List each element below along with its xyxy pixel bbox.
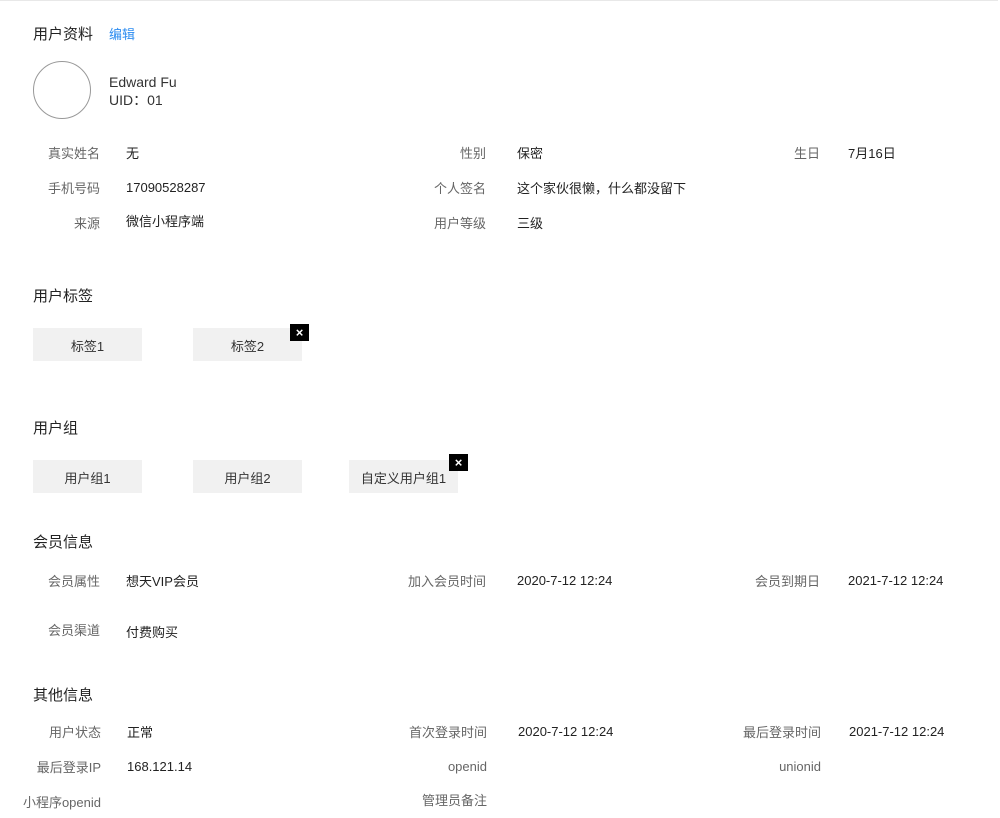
join-time-label: 加入会员时间 <box>407 574 486 589</box>
user-level-label: 用户等级 <box>433 216 486 231</box>
unionid-label: unionid <box>779 759 821 774</box>
last-login-ip-label: 最后登录IP <box>36 760 101 775</box>
last-login-value: 2021-7-12 12:24 <box>849 724 945 739</box>
signature-label: 个人签名 <box>433 181 486 196</box>
member-channel-label: 会员渠道 <box>47 623 100 638</box>
birthday-label: 生日 <box>793 146 820 161</box>
first-login-value: 2020-7-12 12:24 <box>518 724 614 739</box>
close-icon[interactable]: × <box>449 454 468 471</box>
birthday-value: 7月16日 <box>848 146 896 161</box>
miniprogram-openid-label: 小程序openid <box>22 795 101 810</box>
tag-chip[interactable]: 标签1 <box>33 328 142 361</box>
member-channel-value: 付费购买 <box>126 625 179 640</box>
real-name-value: 无 <box>126 146 140 161</box>
user-level-value: 三级 <box>517 216 544 231</box>
source-label: 来源 <box>73 216 100 231</box>
tags-section-title: 用户标签 <box>33 288 94 305</box>
edit-profile-link[interactable]: 编辑 <box>109 26 135 44</box>
gender-label: 性别 <box>459 146 486 161</box>
expiry-date-value: 2021-7-12 12:24 <box>848 573 944 588</box>
top-divider <box>0 0 998 1</box>
user-status-label: 用户状态 <box>48 725 101 740</box>
last-login-label: 最后登录时间 <box>742 725 821 740</box>
group-chip[interactable]: 用户组1 <box>33 460 142 493</box>
gender-value: 保密 <box>517 146 544 161</box>
user-name: Edward Fu <box>109 74 177 90</box>
member-type-label: 会员属性 <box>47 574 100 589</box>
admin-note-label: 管理员备注 <box>421 793 487 808</box>
close-icon[interactable]: × <box>290 324 309 341</box>
signature-value: 这个家伙很懒，什么都没留下 <box>517 181 687 196</box>
group-chip[interactable]: 自定义用户组1 <box>349 460 458 493</box>
openid-label: openid <box>447 759 487 774</box>
phone-value: 17090528287 <box>126 180 206 195</box>
tag-chip[interactable]: 标签2 <box>193 328 302 361</box>
member-type-value: 想天VIP会员 <box>126 574 199 589</box>
first-login-label: 首次登录时间 <box>408 725 487 740</box>
source-value: 微信小程序端 <box>126 214 205 229</box>
profile-section-title: 用户资料 <box>33 26 94 43</box>
membership-section-title: 会员信息 <box>33 534 94 551</box>
other-section-title: 其他信息 <box>33 687 94 704</box>
expiry-date-label: 会员到期日 <box>754 574 820 589</box>
user-uid: UID：01 <box>109 92 163 108</box>
join-time-value: 2020-7-12 12:24 <box>517 573 613 588</box>
user-status-value: 正常 <box>127 725 154 740</box>
group-chip[interactable]: 用户组2 <box>193 460 302 493</box>
last-login-ip-value: 168.121.14 <box>127 759 193 774</box>
avatar <box>33 61 91 119</box>
phone-label: 手机号码 <box>47 181 100 196</box>
groups-section-title: 用户组 <box>33 420 79 437</box>
real-name-label: 真实姓名 <box>47 146 100 161</box>
